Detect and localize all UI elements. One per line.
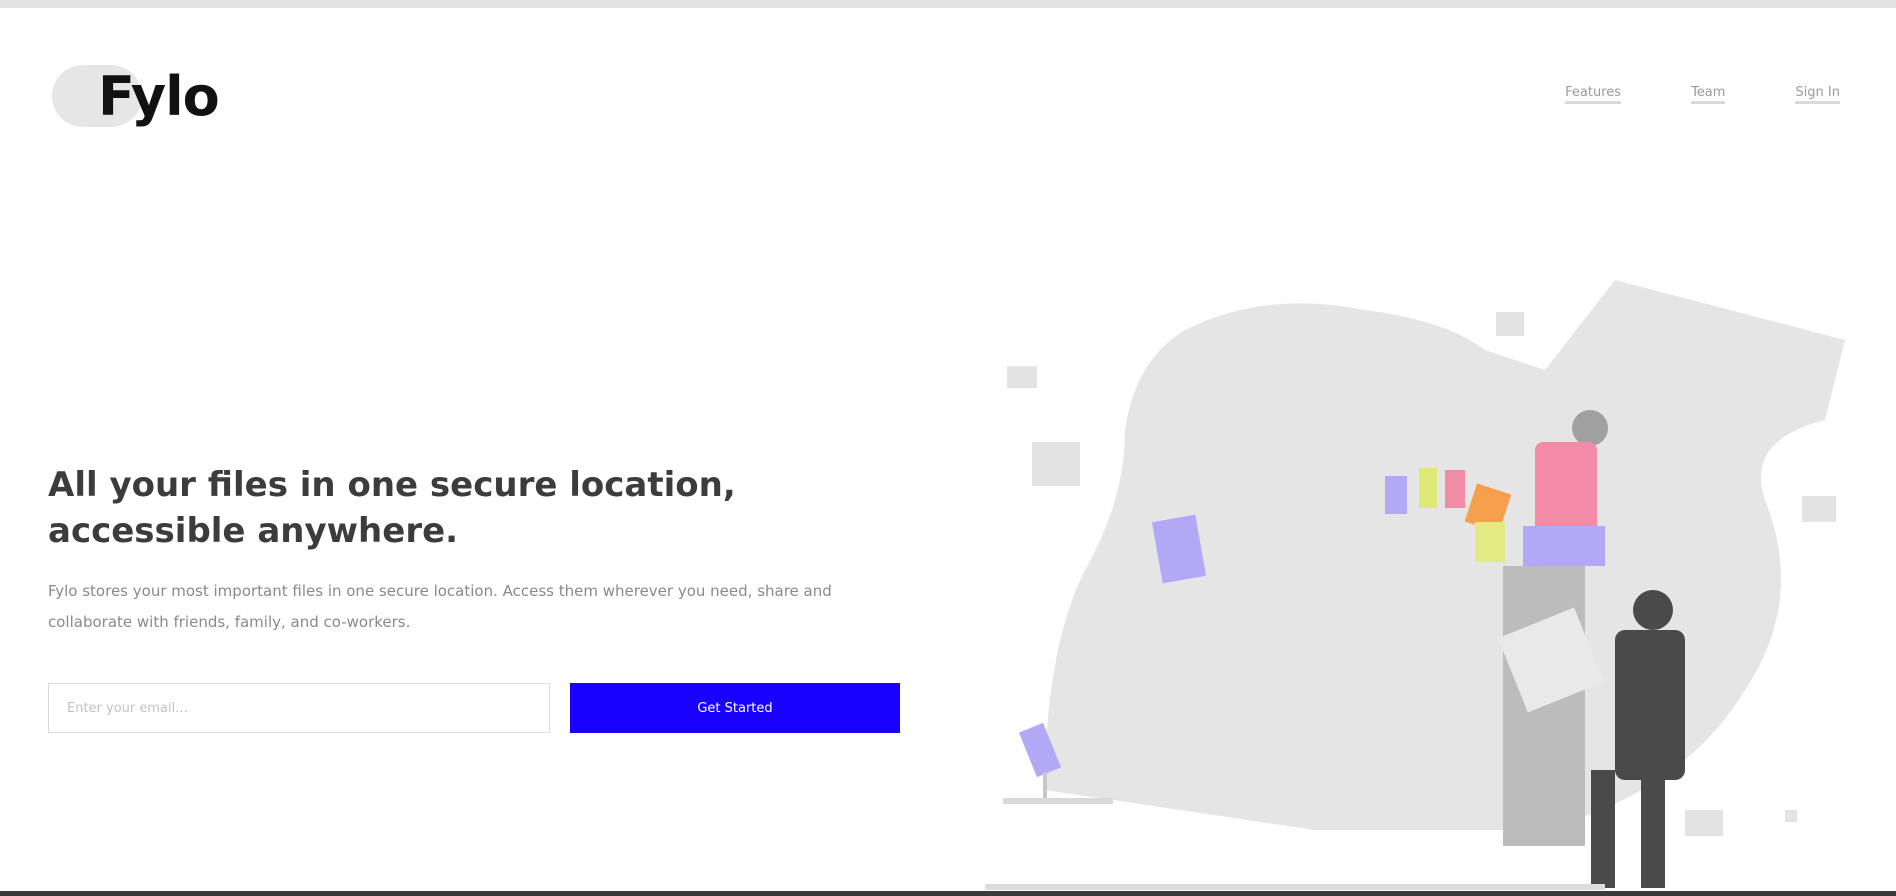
plant-stem <box>1043 772 1047 798</box>
nav-link-features[interactable]: Features <box>1565 86 1622 104</box>
logo[interactable]: Fylo <box>52 56 220 136</box>
hero-section: All your files in one secure location, a… <box>48 462 928 638</box>
plant-base <box>1003 798 1113 804</box>
figure-legs <box>1503 566 1585 846</box>
site-header: Fylo Features Team Sign In <box>0 8 1896 158</box>
figure-head <box>1572 410 1608 446</box>
main-nav: Features Team Sign In <box>1565 86 1840 104</box>
hero-illustration <box>985 280 1845 890</box>
figure-skirt <box>1523 526 1605 566</box>
file-lime-small <box>1419 468 1437 508</box>
ground-line <box>985 884 1605 890</box>
floating-square <box>1802 496 1836 522</box>
hero-title: All your files in one secure location, a… <box>48 465 736 551</box>
nav-link-signin[interactable]: Sign In <box>1795 86 1840 104</box>
email-input[interactable] <box>48 683 550 733</box>
signup-form: Get Started <box>48 683 900 733</box>
get-started-button[interactable]: Get Started <box>570 683 900 733</box>
floating-square <box>1685 810 1723 836</box>
floating-square <box>1496 312 1524 336</box>
dark-figure-body <box>1615 630 1685 780</box>
floating-square <box>1032 442 1080 486</box>
floating-square <box>1007 366 1037 388</box>
bottom-bar <box>0 891 1896 896</box>
brand-name: Fylo <box>98 64 220 128</box>
dark-figure-head <box>1633 590 1673 630</box>
figure-body-pink <box>1535 442 1597 534</box>
floating-square <box>1785 810 1797 822</box>
file-lavender-small <box>1385 476 1407 514</box>
file-pink-small <box>1445 470 1465 508</box>
dark-figure-leg-right <box>1641 770 1665 888</box>
hero-description: Fylo stores your most important files in… <box>48 582 832 631</box>
nav-link-team[interactable]: Team <box>1691 86 1726 104</box>
file-lime <box>1475 522 1505 562</box>
top-bar <box>0 0 1896 8</box>
dark-figure-leg-left <box>1591 770 1615 888</box>
